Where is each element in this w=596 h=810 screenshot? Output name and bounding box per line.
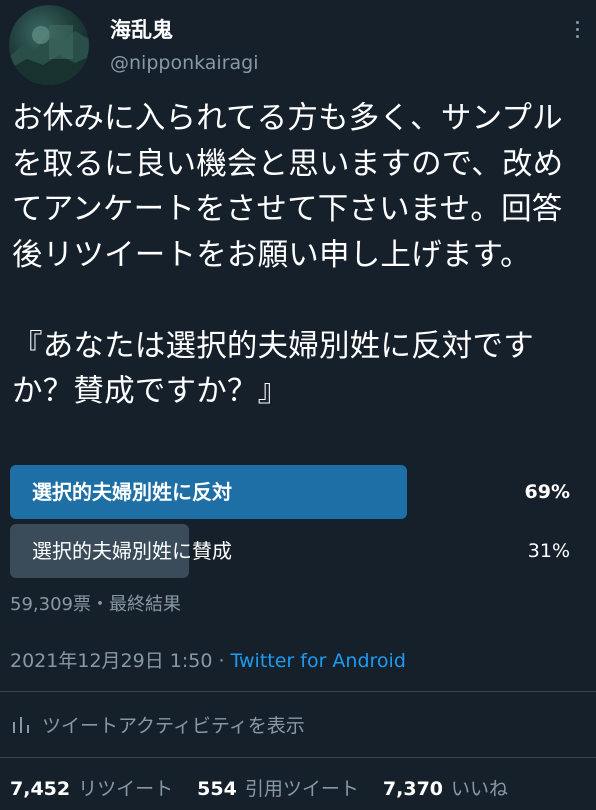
quote-count-number: 554 (197, 778, 237, 800)
tweet-text: お休みに入られてる方も多く、サンプルを取るに良い機会と思いますので、改めてアンケ… (12, 101, 564, 409)
poll-option-support[interactable]: 選択的夫婦別姓に賛成 31% (10, 524, 586, 578)
quote-count-label: 引用ツイート (244, 778, 359, 800)
poll-option-percent: 31% (527, 540, 570, 562)
more-dot-icon (575, 27, 579, 31)
more-options-button[interactable] (566, 14, 588, 44)
engagement-stats: 7,452 リツイート 554 引用ツイート 7,370 いいね (10, 774, 526, 801)
poll-option-label: 選択的夫婦別姓に賛成 (32, 539, 232, 563)
like-count-number: 7,370 (382, 778, 444, 800)
like-count-label: いいね (451, 778, 509, 800)
poll-option-percent: 69% (524, 481, 570, 503)
like-count[interactable]: 7,370 いいね (383, 774, 508, 801)
tweet-header: 海乱鬼 @nipponkairagi (0, 0, 596, 90)
tweet-activity-link[interactable]: ツイートアクティビティを表示 (10, 708, 305, 740)
retweet-count-label: リツイート (78, 778, 174, 800)
source-link[interactable]: Twitter for Android (231, 650, 406, 672)
tweet-timestamp: 2021年12月29日 1:50 · Twitter for Android (10, 646, 406, 673)
poll-meta: 59,309票・最終結果 (10, 594, 181, 615)
poll-option-oppose[interactable]: 選択的夫婦別姓に反対 69% (10, 465, 586, 519)
user-handle[interactable]: @nipponkairagi (110, 52, 259, 74)
retweet-count-number: 7,452 (10, 778, 71, 800)
more-dot-icon (575, 34, 579, 38)
display-name[interactable]: 海乱鬼 (110, 14, 173, 44)
tweet-activity-label: ツイートアクティビティを表示 (42, 714, 305, 737)
quote-count[interactable]: 554 引用ツイート (197, 774, 359, 801)
more-dot-icon (575, 20, 579, 24)
avatar[interactable] (9, 5, 89, 85)
retweet-count[interactable]: 7,452 リツイート (10, 774, 173, 801)
poll-option-label: 選択的夫婦別姓に反対 (32, 480, 232, 504)
timestamp-datetime[interactable]: 2021年12月29日 1:50 · (10, 650, 231, 672)
avatar-image-icon (9, 25, 89, 85)
divider (0, 757, 596, 758)
divider (0, 691, 596, 692)
bar-chart-icon (13, 717, 29, 733)
